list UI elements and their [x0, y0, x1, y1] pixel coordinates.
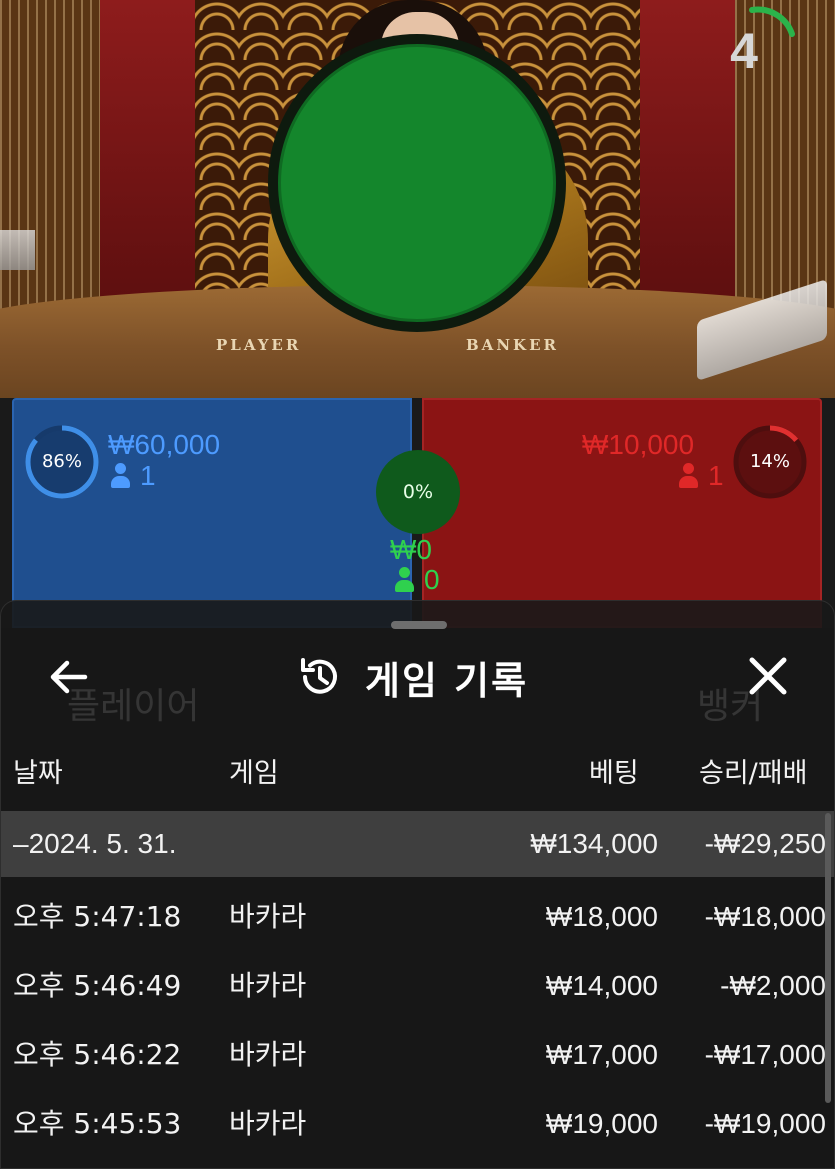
sheet-title: 게임 기록 [365, 658, 529, 703]
history-game: 바카라 [229, 900, 307, 933]
table-label-banker: BANKER [466, 336, 559, 354]
history-game: 바카라 [229, 969, 307, 1002]
date-group-row[interactable]: –2024. 5. 31. ₩134,000 -₩29,250 [1, 811, 834, 877]
history-bet: ₩14,000 [545, 970, 658, 1001]
tie-bet-amount: ₩0 [390, 534, 432, 565]
player-bet-amount: ₩60,000 [108, 429, 221, 460]
history-bet: ₩19,000 [545, 1108, 658, 1139]
person-icon [110, 463, 130, 489]
tie-percent: 0% [402, 481, 434, 503]
tie-percent-badge: 0% [376, 450, 460, 534]
close-button[interactable] [745, 653, 791, 699]
history-bet: ₩17,000 [545, 1039, 658, 1070]
column-header-result: 승리/패배 [699, 758, 808, 789]
history-time: 오후 5:45:53 [13, 1107, 182, 1140]
tie-count-value: 0 [424, 564, 440, 595]
player-percent: 86% [41, 451, 82, 472]
pillar-left [100, 0, 195, 300]
history-icon [301, 658, 337, 694]
banker-bet-amount: ₩10,000 [582, 429, 695, 460]
back-arrow-icon [50, 660, 88, 694]
countdown-timer: 4 [712, 4, 796, 88]
history-game: 바카라 [229, 1107, 307, 1140]
banker-percent: 14% [749, 451, 790, 472]
sheet-header: 게임 기록 [1, 641, 834, 713]
history-time: 오후 5:47:18 [13, 900, 182, 933]
person-icon [394, 567, 414, 593]
column-header-game: 게임 [229, 758, 279, 789]
player-percent-ring: 86% [24, 424, 100, 500]
table-label-player: PLAYER [216, 336, 302, 354]
history-game: 바카라 [229, 1038, 307, 1071]
history-row[interactable]: 오후 5:47:18 바카라 ₩18,000 -₩18,000 [1, 884, 834, 950]
column-header-date: 날짜 [13, 758, 63, 789]
history-result: -₩2,000 [720, 970, 826, 1001]
history-result: -₩17,000 [704, 1039, 826, 1070]
scrollbar[interactable] [825, 813, 831, 1103]
history-result: -₩19,000 [704, 1108, 826, 1139]
person-icon [678, 463, 698, 489]
card-tray-left [0, 230, 35, 270]
bet-spot-tie[interactable] [268, 34, 566, 332]
tie-bettor-count: 0 [394, 564, 440, 596]
player-count-value: 1 [140, 460, 156, 491]
date-group-bet: ₩134,000 [530, 828, 658, 859]
game-history-sheet: 플레이어 뱅커 게임 기록 날짜 게임 베팅 승리/패배 –2024. 5. 3… [0, 600, 835, 1169]
history-row[interactable]: 오후 5:46:49 바카라 ₩14,000 -₩2,000 [1, 953, 834, 1019]
history-time: 오후 5:46:22 [13, 1038, 182, 1071]
banker-bettor-count: 1 [678, 460, 724, 492]
banker-percent-ring: 14% [732, 424, 808, 500]
player-bettor-count: 1 [110, 460, 156, 492]
history-result: -₩18,000 [704, 901, 826, 932]
history-row[interactable]: 오후 5:45:53 바카라 ₩19,000 -₩19,000 [1, 1091, 834, 1157]
curtain-left [0, 0, 100, 320]
close-icon [749, 657, 787, 695]
countdown-value: 4 [730, 23, 758, 79]
history-row[interactable]: 오후 5:46:22 바카라 ₩17,000 -₩17,000 [1, 1022, 834, 1088]
column-header-bet: 베팅 [589, 758, 639, 789]
history-time: 오후 5:46:49 [13, 969, 182, 1002]
back-button[interactable] [45, 655, 93, 699]
drag-handle[interactable] [391, 621, 447, 629]
date-group-label: –2024. 5. 31. [13, 828, 177, 859]
banker-count-value: 1 [708, 460, 724, 491]
date-group-result: -₩29,250 [704, 828, 826, 859]
sheet-title-group: 게임 기록 [297, 651, 528, 703]
history-bet: ₩18,000 [545, 901, 658, 932]
